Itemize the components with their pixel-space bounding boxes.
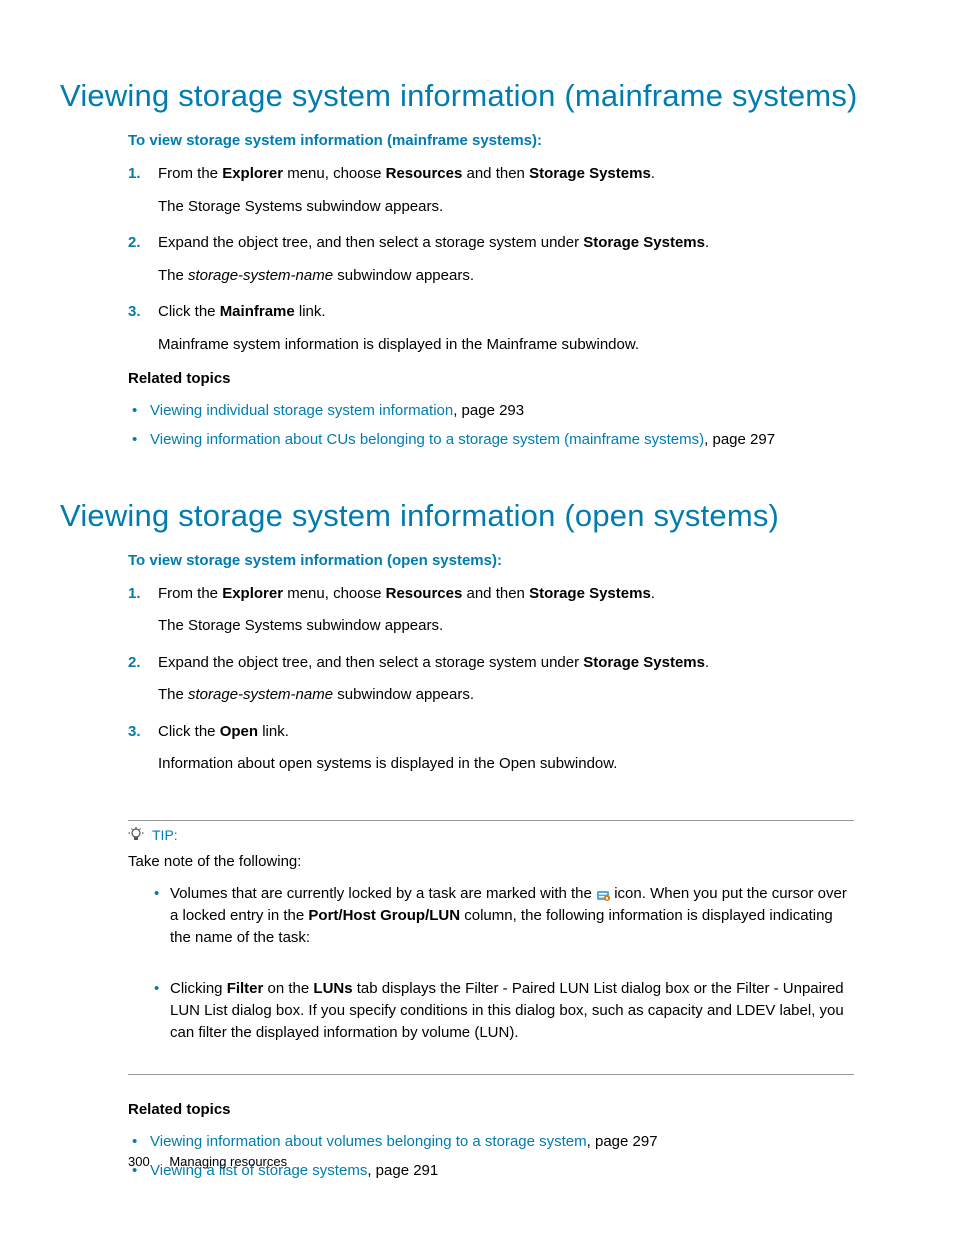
step-2: Expand the object tree, and then select … [128,232,854,287]
link-volumes-storage-system[interactable]: Viewing information about volumes belong… [150,1133,587,1150]
page-number: 300 [128,1154,150,1169]
section-heading-mainframe: Viewing storage system information (main… [60,78,894,114]
procedure-steps-open: From the Explorer menu, choose Resources… [128,583,854,776]
step-3: Click the Mainframe link. Mainframe syst… [128,301,854,356]
step-2: Expand the object tree, and then select … [128,652,854,707]
tip-block: TIP: Take note of the following: Volumes… [128,820,854,1183]
list-item: Viewing individual storage system inform… [128,399,854,422]
list-item: Viewing information about CUs belonging … [128,428,854,451]
step-3: Click the Open link. Information about o… [128,721,854,776]
step-1: From the Explorer menu, choose Resources… [128,163,854,218]
section-heading-open: Viewing storage system information (open… [60,498,894,534]
related-topics-list: Viewing individual storage system inform… [128,399,854,452]
link-individual-storage-info[interactable]: Viewing individual storage system inform… [150,402,453,419]
tip-intro: Take note of the following: [128,851,854,874]
link-cu-info-mainframe[interactable]: Viewing information about CUs belonging … [150,431,704,448]
chapter-title: Managing resources [169,1154,287,1169]
tip-bullet-2: Clicking Filter on the LUNs tab displays… [150,978,854,1043]
related-topics-heading: Related topics [128,370,854,387]
tip-bullet-1: Volumes that are currently locked by a t… [150,883,854,948]
list-item: Viewing information about volumes belong… [128,1130,854,1153]
related-topics-heading-2: Related topics [128,1101,854,1118]
lightbulb-icon [128,827,144,843]
tip-label: TIP: [152,827,178,843]
locked-volume-icon [596,887,610,901]
procedure-steps-mainframe: From the Explorer menu, choose Resources… [128,163,854,356]
page-footer: 300 Managing resources [128,1154,287,1169]
step-1: From the Explorer menu, choose Resources… [128,583,854,638]
procedure-title-mainframe: To view storage system information (main… [128,132,854,149]
procedure-title-open: To view storage system information (open… [128,552,854,569]
